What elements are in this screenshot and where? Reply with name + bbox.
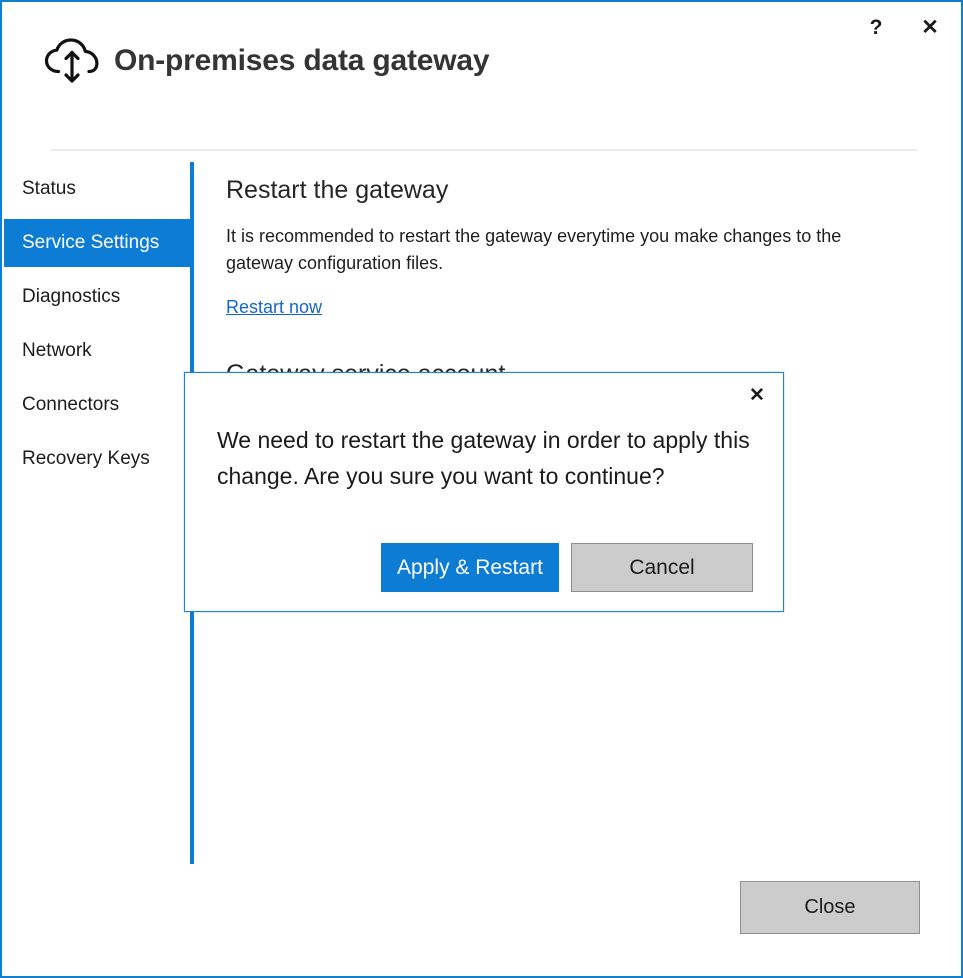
app-header: On-premises data gateway xyxy=(42,35,489,87)
sidebar-item-label: Recovery Keys xyxy=(22,448,150,470)
sidebar-item-recovery-keys[interactable]: Recovery Keys xyxy=(4,435,192,483)
restart-gateway-heading: Restart the gateway xyxy=(226,176,926,205)
sidebar-item-service-settings[interactable]: Service Settings xyxy=(4,219,192,267)
sidebar-item-connectors[interactable]: Connectors xyxy=(4,381,192,429)
dialog-message: We need to restart the gateway in order … xyxy=(217,423,753,494)
apply-and-restart-button[interactable]: Apply & Restart xyxy=(381,543,559,592)
sidebar-nav: Status Service Settings Diagnostics Netw… xyxy=(4,165,192,489)
restart-gateway-section: Restart the gateway It is recommended to… xyxy=(226,176,926,318)
cancel-button[interactable]: Cancel xyxy=(571,543,753,592)
sidebar-item-label: Diagnostics xyxy=(22,286,120,308)
page-title: On-premises data gateway xyxy=(114,44,489,78)
sidebar-item-diagnostics[interactable]: Diagnostics xyxy=(4,273,192,321)
cloud-upload-download-icon xyxy=(42,35,102,87)
restart-gateway-description: It is recommended to restart the gateway… xyxy=(226,223,898,277)
header-divider xyxy=(50,149,918,151)
dialog-close-icon[interactable]: ✕ xyxy=(741,381,773,409)
help-icon[interactable]: ? xyxy=(859,12,893,42)
titlebar-controls: ? ✕ xyxy=(859,12,947,42)
dialog-actions: Apply & Restart Cancel xyxy=(217,543,753,592)
sidebar-item-label: Connectors xyxy=(22,394,119,416)
sidebar-item-label: Status xyxy=(22,178,76,200)
sidebar-item-label: Network xyxy=(22,340,92,362)
on-premises-data-gateway-window: ? ✕ On-premises data gateway Status Serv… xyxy=(0,0,963,978)
sidebar-item-network[interactable]: Network xyxy=(4,327,192,375)
close-icon[interactable]: ✕ xyxy=(913,12,947,42)
sidebar-item-status[interactable]: Status xyxy=(4,165,192,213)
restart-now-link[interactable]: Restart now xyxy=(226,297,322,318)
sidebar-item-label: Service Settings xyxy=(22,232,159,254)
close-button[interactable]: Close xyxy=(740,881,920,934)
restart-confirmation-dialog: ✕ We need to restart the gateway in orde… xyxy=(184,372,784,612)
